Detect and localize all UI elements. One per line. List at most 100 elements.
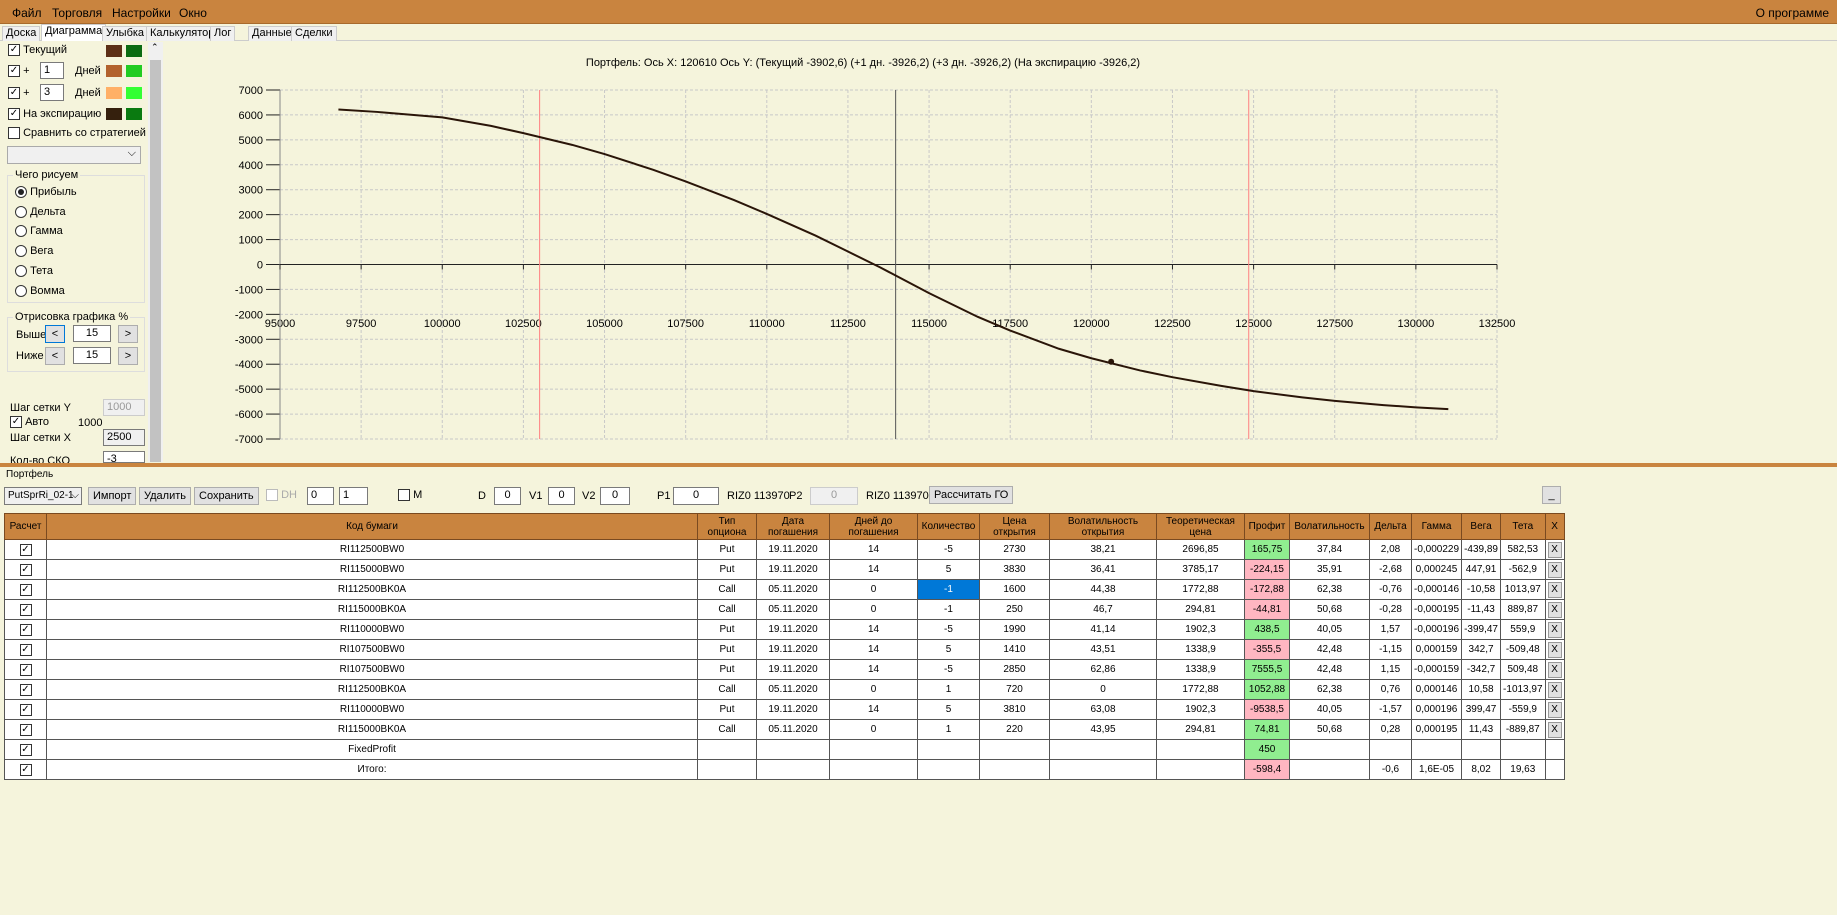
column-header[interactable]: Теоретическая цена	[1156, 513, 1245, 540]
color-swatch[interactable]	[126, 87, 142, 99]
scroll-up-icon[interactable]: ⌃	[151, 42, 159, 53]
column-header[interactable]: Дата погашения	[756, 513, 830, 540]
calc-checkbox[interactable]: ✓	[19, 543, 32, 556]
v1-input[interactable]: 0	[548, 487, 575, 505]
v2-input[interactable]: 0	[600, 487, 630, 505]
column-header[interactable]: Тип опциона	[697, 513, 757, 540]
calc-checkbox[interactable]: ✓	[19, 603, 32, 616]
menu-trading[interactable]: Торговля	[52, 6, 102, 20]
color-swatch[interactable]	[126, 65, 142, 77]
above-input[interactable]: 15	[73, 325, 111, 342]
d-input[interactable]: 0	[494, 487, 521, 505]
auto-checkbox[interactable]: ✓	[10, 416, 22, 429]
column-header[interactable]: Количество	[917, 513, 980, 540]
panel-splitter[interactable]	[0, 463, 1837, 467]
save-button[interactable]: Сохранить	[194, 487, 259, 505]
column-header[interactable]: Гамма	[1410, 513, 1463, 540]
tab-deals[interactable]: Сделки	[291, 26, 337, 41]
column-header[interactable]: Цена открытия	[979, 513, 1050, 540]
menu-file[interactable]: Файл	[12, 6, 42, 20]
delete-row-button[interactable]: X	[1547, 681, 1562, 698]
import-button[interactable]: Импорт	[88, 487, 137, 505]
tab-log[interactable]: Лог	[210, 26, 236, 41]
tab-data[interactable]: Данные	[248, 26, 296, 41]
calc-checkbox[interactable]: ✓	[19, 683, 32, 696]
menu-settings[interactable]: Настройки	[112, 6, 171, 20]
table-row[interactable]: ✓ RI112500BK0A Call 05.11.2020 0 -1 1600 44,38 1…	[4, 579, 1565, 600]
table-row[interactable]: ✓ RI112500BK0A Call 05.11.2020 0 1 720 0 1772,88…	[4, 679, 1565, 700]
grid-y-input[interactable]: 1000	[103, 399, 145, 416]
delete-row-button[interactable]: X	[1547, 601, 1562, 618]
tab-board[interactable]: Доска	[2, 26, 41, 41]
menu-about[interactable]: О программе	[1756, 6, 1829, 20]
radio-profit[interactable]: Прибыль	[15, 186, 77, 199]
table-row[interactable]: ✓ RI115000BK0A Call 05.11.2020 0 -1 250 46,7 294…	[4, 599, 1565, 620]
radio-theta[interactable]: Тета	[15, 265, 53, 278]
radio-gamma[interactable]: Гамма	[15, 225, 63, 238]
radio-delta[interactable]: Дельта	[15, 206, 66, 219]
table-cell[interactable]: -5	[917, 539, 980, 560]
table-cell[interactable]: -5	[917, 659, 980, 680]
scroll-thumb[interactable]	[150, 60, 161, 462]
above-increase-button[interactable]: >	[118, 325, 138, 343]
color-swatch[interactable]	[106, 45, 122, 57]
left-panel-scrollbar[interactable]: ⌃	[148, 42, 163, 462]
tab-diagram[interactable]: Диаграмма	[41, 24, 107, 41]
table-cell[interactable]: 5	[917, 639, 980, 660]
delete-row-button[interactable]: X	[1547, 641, 1562, 658]
below-decrease-button[interactable]: <	[45, 347, 65, 365]
table-cell[interactable]: 5	[917, 699, 980, 720]
strategy-select[interactable]: ⌵	[7, 146, 141, 164]
delete-row-button[interactable]: X	[1547, 621, 1562, 638]
column-header[interactable]: Тета	[1500, 513, 1546, 540]
table-row[interactable]: ✓ RI107500BW0 Put 19.11.2020 14 -5 2850 62,86 13…	[4, 659, 1565, 680]
table-row[interactable]: ✓ RI110000BW0 Put 19.11.2020 14 -5 1990 41,14 19…	[4, 619, 1565, 640]
below-increase-button[interactable]: >	[118, 347, 138, 365]
table-row[interactable]: ✓ RI107500BW0 Put 19.11.2020 14 5 1410 43,51 133…	[4, 639, 1565, 660]
table-cell[interactable]: -5	[917, 619, 980, 640]
dh-checkbox[interactable]	[266, 489, 278, 502]
delete-row-button[interactable]: X	[1547, 581, 1562, 598]
radio-vomma[interactable]: Вомма	[15, 285, 65, 298]
sko-input[interactable]: -3	[103, 451, 145, 463]
column-header[interactable]: Вега	[1461, 513, 1502, 540]
color-swatch[interactable]	[126, 45, 142, 57]
tab-smile[interactable]: Улыбка	[102, 26, 149, 41]
minimize-button[interactable]: _	[1542, 486, 1561, 504]
delete-row-button[interactable]: X	[1547, 561, 1562, 578]
column-header[interactable]: Профит	[1244, 513, 1290, 540]
color-swatch[interactable]	[106, 87, 122, 99]
table-cell[interactable]: -1	[917, 579, 980, 600]
spinner-2[interactable]: 1	[339, 487, 368, 505]
spinner-1[interactable]: 0	[307, 487, 334, 505]
calc-checkbox[interactable]: ✓	[19, 763, 32, 776]
column-header[interactable]: Дней до погашения	[829, 513, 918, 540]
plus1-checkbox[interactable]: ✓	[8, 65, 20, 78]
delete-row-button[interactable]: X	[1547, 541, 1562, 558]
delete-row-button[interactable]: X	[1547, 661, 1562, 678]
calc-checkbox[interactable]: ✓	[19, 563, 32, 576]
table-cell[interactable]: 1	[917, 679, 980, 700]
above-decrease-button[interactable]: <	[45, 325, 65, 343]
expiry-checkbox[interactable]: ✓	[8, 108, 20, 121]
calc-checkbox[interactable]: ✓	[19, 663, 32, 676]
menu-window[interactable]: Окно	[179, 6, 207, 20]
column-header[interactable]: Код бумаги	[46, 513, 698, 540]
table-row[interactable]: ✓ RI110000BW0 Put 19.11.2020 14 5 3810 63,08 190…	[4, 699, 1565, 720]
delete-row-button[interactable]: X	[1547, 721, 1562, 738]
days1-input[interactable]: 1	[40, 62, 64, 79]
compare-checkbox[interactable]	[8, 127, 20, 140]
column-header[interactable]: Волатильность открытия	[1049, 513, 1157, 540]
portfolio-select[interactable]: PutSprRi_02-1 ⌵	[4, 487, 82, 505]
column-header[interactable]: Волатильность	[1289, 513, 1370, 540]
table-cell[interactable]: -1	[917, 599, 980, 620]
table-cell[interactable]: 1	[917, 719, 980, 740]
p2-input[interactable]: 0	[810, 487, 858, 505]
current-checkbox[interactable]: ✓	[8, 44, 20, 57]
calc-go-button[interactable]: Рассчитать ГО	[929, 486, 1014, 504]
calc-checkbox[interactable]: ✓	[19, 703, 32, 716]
grid-x-input[interactable]: 2500	[103, 429, 145, 446]
color-swatch[interactable]	[106, 108, 122, 120]
days3-input[interactable]: 3	[40, 84, 64, 101]
column-header[interactable]: Расчет	[4, 513, 47, 540]
